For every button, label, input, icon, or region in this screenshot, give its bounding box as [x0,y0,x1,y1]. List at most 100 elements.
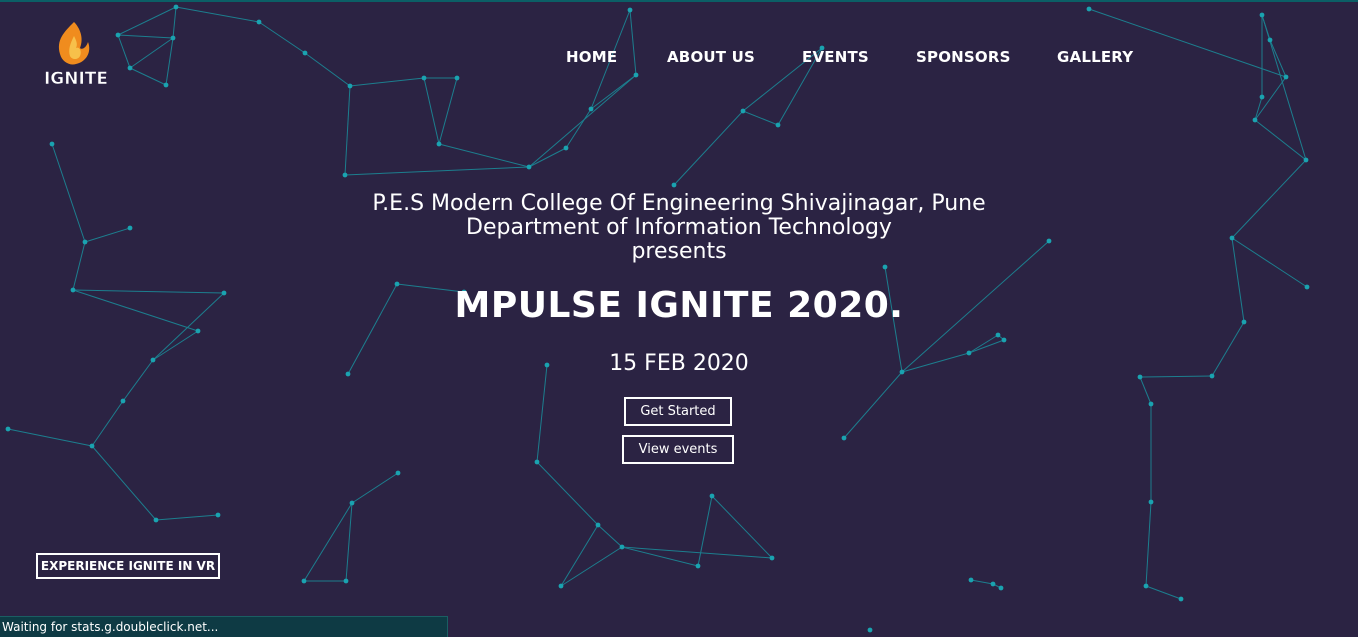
presents-text: presents [631,239,727,264]
network-node [841,435,847,441]
network-node [740,108,746,114]
network-line [1254,119,1307,161]
network-line [345,502,353,582]
network-node [867,627,873,633]
network-node [256,19,262,25]
network-node [301,578,307,584]
network-node [619,544,625,550]
network-line [673,110,744,186]
browser-status-bar: Waiting for stats.g.doubleclick.net... [0,616,448,637]
network-node [1143,583,1149,589]
network-line [349,77,425,87]
logo-text: IGNITE [44,69,108,89]
network-node [968,577,974,583]
nav-sponsors[interactable]: SPONSORS [916,48,1011,66]
network-node [1303,157,1309,163]
network-node [1086,6,1092,12]
network-line [438,77,458,145]
network-node [1252,117,1258,123]
network-node [534,459,540,465]
network-line [528,74,637,168]
main-nav: HOME ABOUT US EVENTS SPONSORS GALLERY [0,48,1358,68]
network-line [970,579,994,585]
network-line [155,514,219,521]
nav-events[interactable]: EVENTS [802,48,869,66]
network-node [671,182,677,188]
network-node [558,583,564,589]
network-node [120,398,126,404]
network-node [526,164,532,170]
network-line [175,6,260,23]
network-node [115,32,121,38]
network-node [215,512,221,518]
network-line [597,524,623,548]
network-node [627,7,633,13]
network-line [843,371,903,439]
network-line [303,502,353,582]
network-line [565,108,592,149]
college-name: P.E.S Modern College Of Engineering Shiv… [372,191,986,216]
network-node [995,332,1001,338]
network-node [349,500,355,506]
network-node [1283,74,1289,80]
network-line [91,400,124,447]
network-line [711,495,773,559]
network-node [563,145,569,151]
network-line [1145,585,1182,600]
network-node [343,578,349,584]
network-line [438,143,530,168]
network-node [170,35,176,41]
network-line [1139,376,1152,405]
network-node [1001,337,1007,343]
view-events-button[interactable]: View events [622,435,734,464]
nav-gallery[interactable]: GALLERY [1057,48,1133,66]
network-node [1267,37,1273,43]
network-node [342,172,348,178]
network-node [395,470,401,476]
network-line [344,85,351,176]
network-node [347,83,353,89]
experience-vr-button[interactable]: EXPERIENCE IGNITE IN VR [36,553,220,579]
event-title: MPULSE IGNITE 2020. [454,285,904,326]
network-node [195,328,201,334]
nav-home[interactable]: HOME [566,48,617,66]
network-line [697,495,713,567]
network-node [588,106,594,112]
network-node [990,581,996,587]
network-node [998,585,1004,591]
network-line [117,34,174,39]
network-node [173,4,179,10]
network-line [742,110,779,126]
network-line [91,445,157,521]
network-node [769,555,775,561]
get-started-button[interactable]: Get Started [624,397,732,426]
network-line [560,524,599,587]
network-node [595,522,601,528]
network-node [49,141,55,147]
network-node [5,426,11,432]
network-line [536,364,548,463]
network-node [709,493,715,499]
network-line [1254,96,1263,121]
network-line [7,428,93,447]
network-node [1259,12,1265,18]
network-line [129,67,167,86]
network-node [421,75,427,81]
network-node [1178,596,1184,602]
network-line [1254,76,1287,121]
network-line [351,472,399,504]
network-node [89,443,95,449]
network-node [436,141,442,147]
network-node [454,75,460,81]
network-node [775,122,781,128]
network-line [1261,14,1307,161]
nav-about-us[interactable]: ABOUT US [667,48,755,66]
network-line [423,77,440,145]
department-name: Department of Information Technology [466,215,892,240]
network-node [882,264,888,270]
network-node [153,517,159,523]
network-line [117,6,177,36]
network-node [1148,401,1154,407]
network-line [536,461,599,526]
network-line [1145,501,1152,587]
